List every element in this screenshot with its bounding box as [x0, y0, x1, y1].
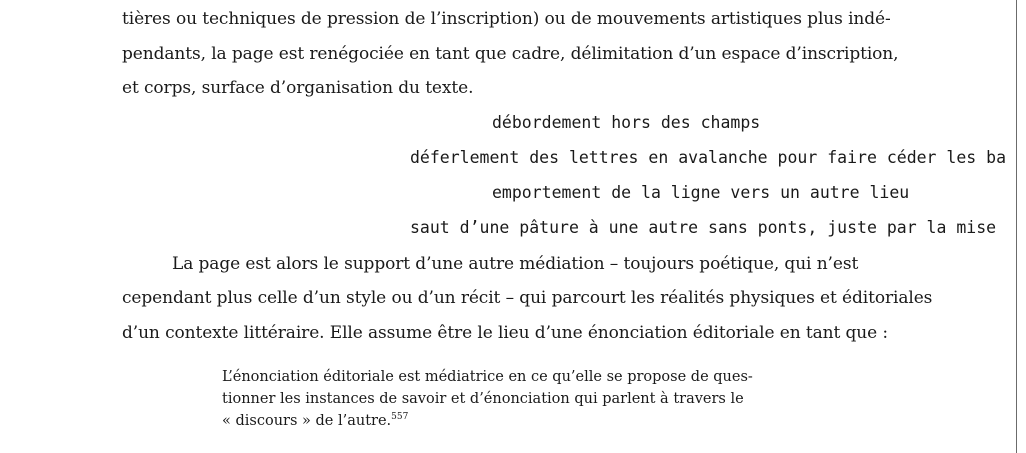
- block-quote-line: tionner les instances de savoir et d’éno…: [222, 391, 744, 407]
- poem-line: déferlement des lettres en avalanche pou…: [410, 148, 1007, 167]
- paragraph-line: La page est alors le support d’une autre…: [172, 254, 859, 274]
- block-quote-line: L’énonciation éditoriale est médiatrice …: [222, 369, 753, 385]
- footnote-reference[interactable]: 557: [391, 412, 408, 422]
- block-quote-text: « discours » de l’autre.: [222, 413, 392, 429]
- poem-line: débordement hors des champs: [492, 113, 761, 132]
- poem-line: saut d’une pâture à une autre sans ponts…: [410, 218, 997, 237]
- block-quote-line-last: « discours » de l’autre.557: [222, 412, 408, 429]
- document-page: tières ou techniques de pression de l’in…: [0, 0, 1016, 453]
- page-edge-divider: [1016, 0, 1026, 453]
- paragraph-line: et corps, surface d’organisation du text…: [122, 78, 474, 98]
- paragraph-line: pendants, la page est renégociée en tant…: [122, 44, 899, 64]
- paragraph-line: tières ou techniques de pression de l’in…: [122, 9, 891, 29]
- paragraph-line: d’un contexte littéraire. Elle assume êt…: [122, 323, 889, 343]
- paragraph-line: cependant plus celle d’un style ou d’un …: [122, 288, 933, 308]
- poem-line: emportement de la ligne vers un autre li…: [492, 183, 910, 202]
